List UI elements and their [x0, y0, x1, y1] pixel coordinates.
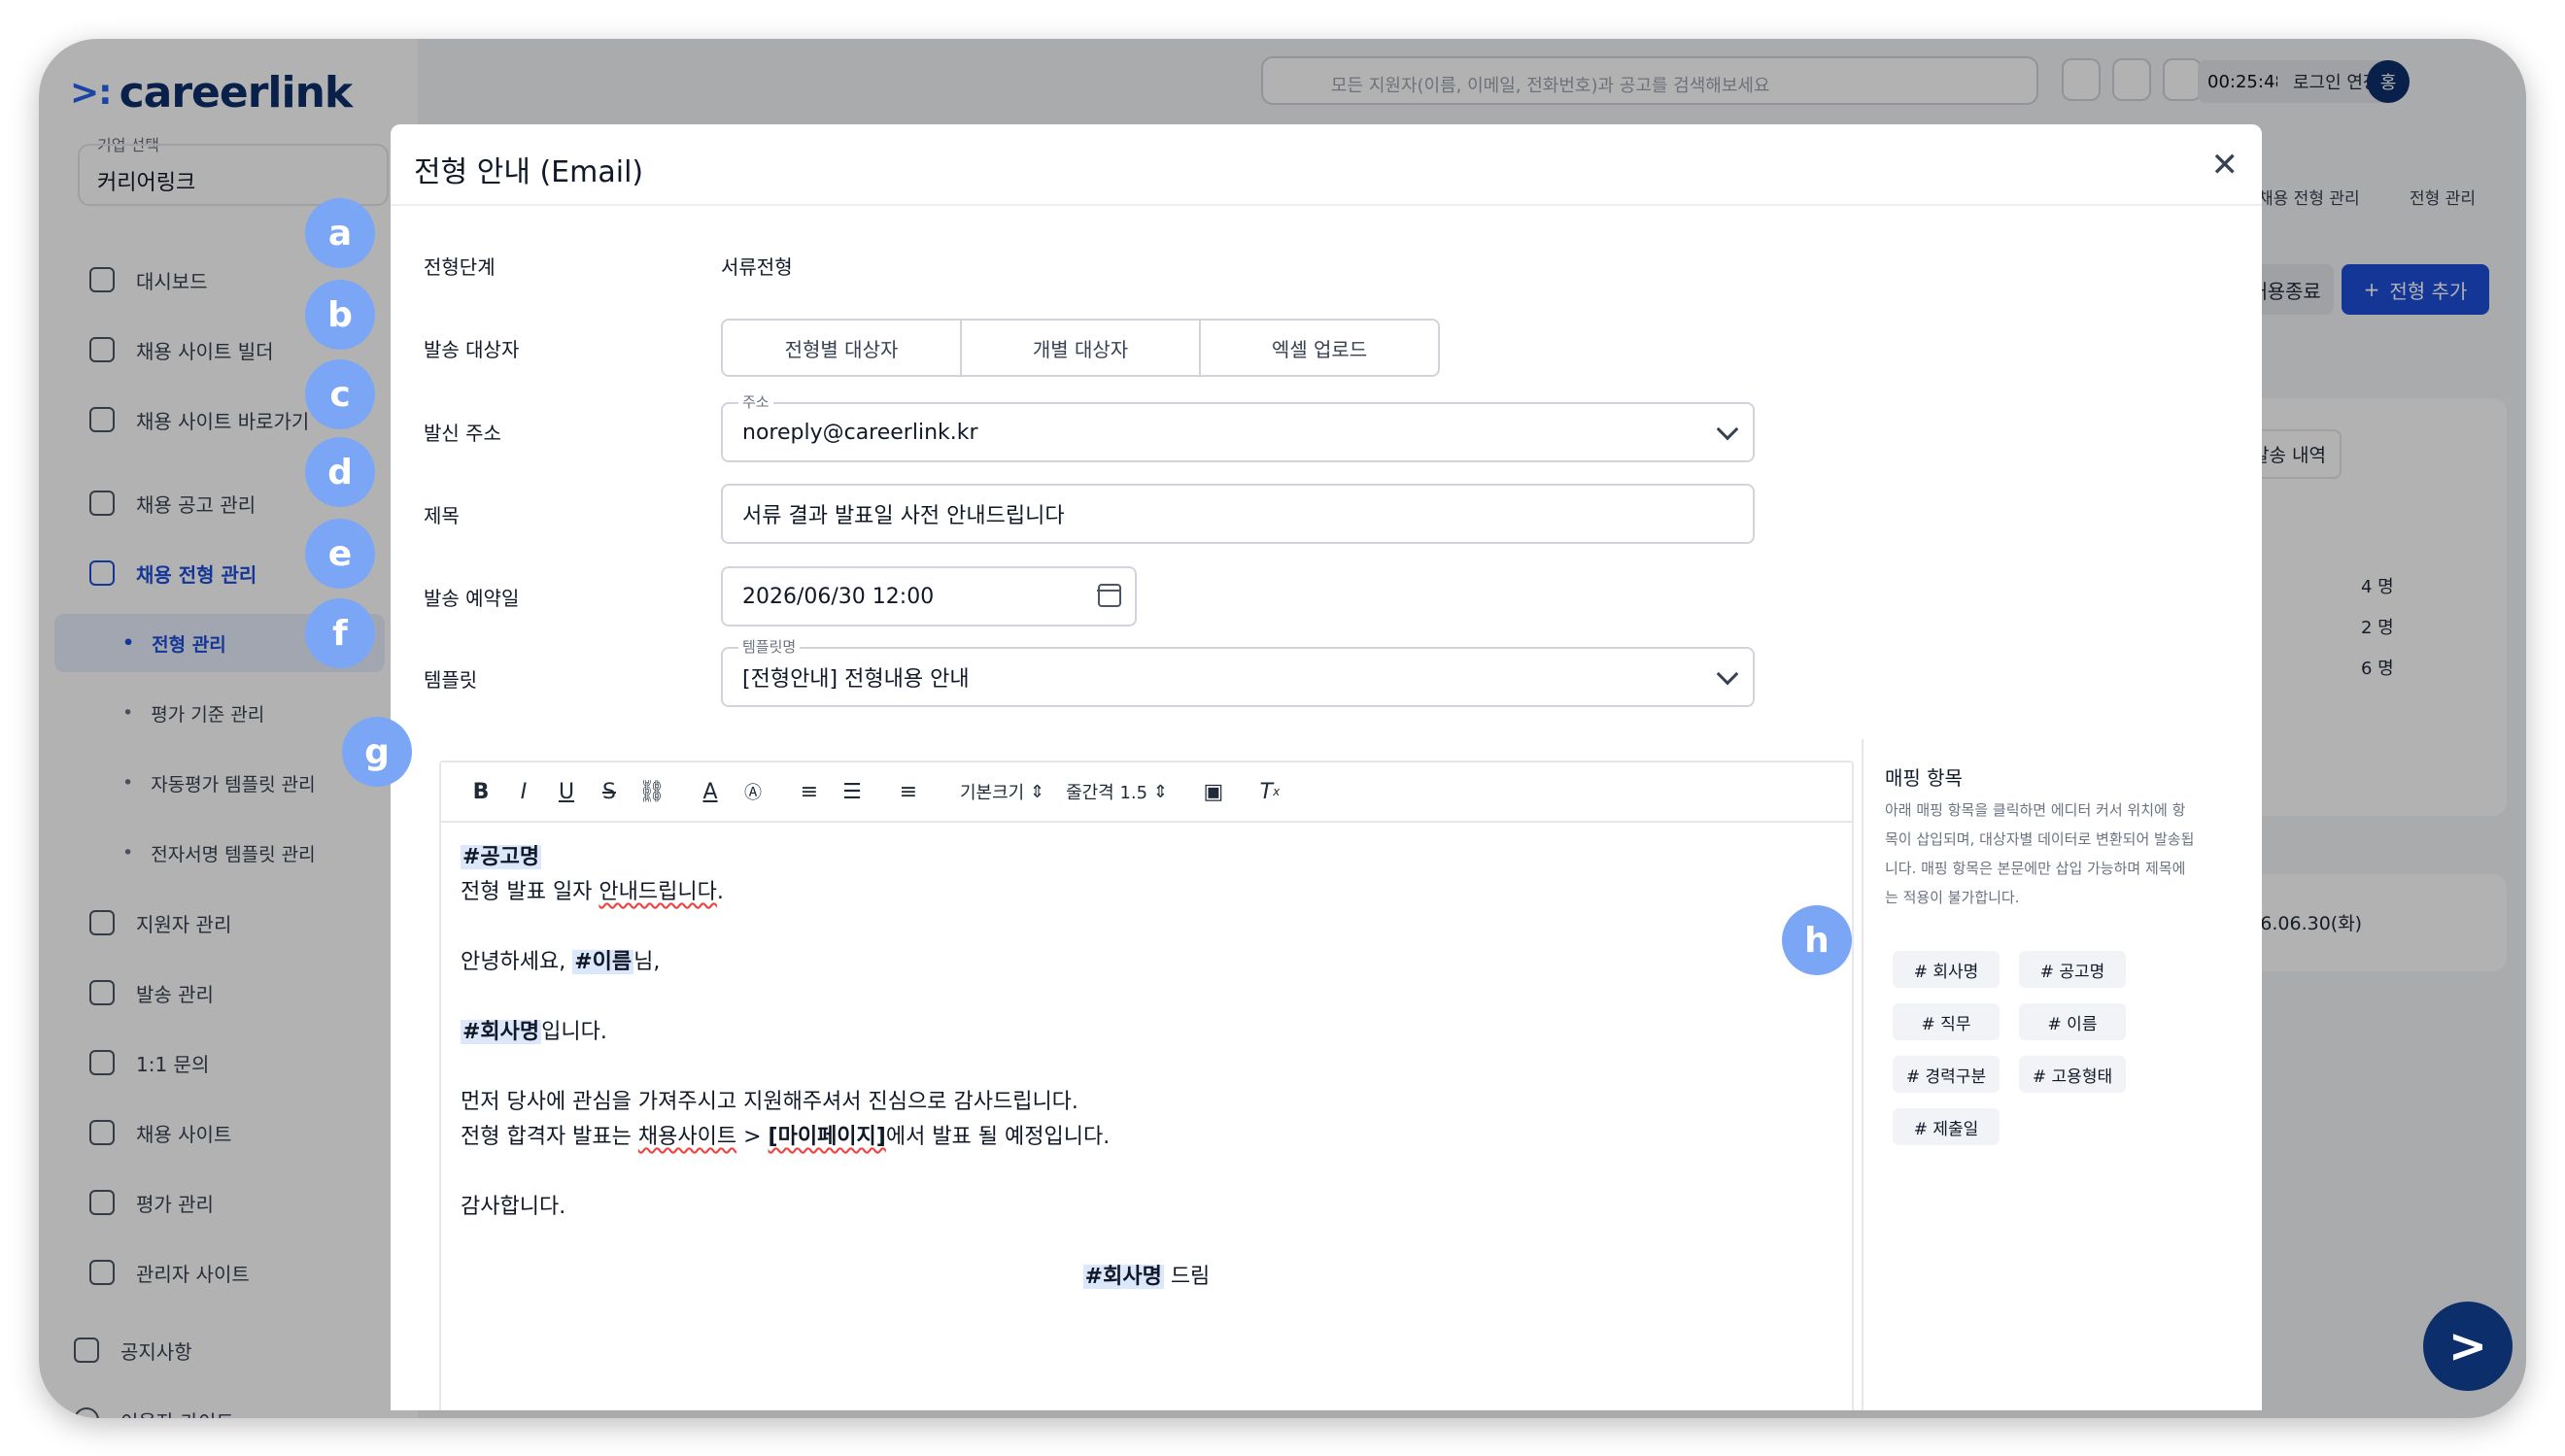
annotation-badge: d: [305, 437, 375, 507]
editor-body[interactable]: #공고명 전형 발표 일자 안내드립니다. 안녕하세요, #이름님, #회사명입…: [441, 823, 1852, 1312]
bold-icon[interactable]: B: [461, 772, 501, 811]
annotation-badge: c: [305, 359, 375, 429]
template-value: [전형안내] 전형내용 안내: [742, 667, 970, 692]
align-icon[interactable]: ≡: [888, 772, 929, 811]
body-text: >: [736, 1125, 769, 1149]
sender-field-label: 주소: [738, 391, 773, 412]
body-text: .: [716, 880, 724, 904]
annotation-badge: h: [1782, 905, 1852, 975]
target-label: 발송 대상자: [424, 338, 520, 361]
body-text: 채용사이트: [637, 1125, 737, 1149]
underline-icon[interactable]: U: [546, 772, 587, 811]
target-segmented: 전형별 대상자 개별 대상자 엑셀 업로드: [721, 319, 1440, 377]
body-text: 님,: [633, 950, 661, 974]
close-icon[interactable]: ✕: [2211, 146, 2240, 185]
mapping-chip-posting[interactable]: # 공고명: [2019, 951, 2126, 988]
body-text: 입니다.: [541, 1020, 607, 1044]
annotation-badge: a: [305, 198, 375, 268]
sender-value: noreply@careerlink.kr: [742, 420, 978, 445]
line-height-label: 줄간격 1.5: [1066, 783, 1148, 803]
template-field-label: 템플릿명: [738, 636, 801, 657]
editor-toolbar: B I U S ⛓ A Ⓐ ≡ ☰ ≡ 기본크기 ⇕ 줄간격 1.5 ⇕ ▣ T…: [441, 762, 1852, 823]
annotation-badge: g: [342, 717, 412, 787]
mapping-chip-name[interactable]: # 이름: [2019, 1003, 2126, 1040]
annotation-badge: f: [305, 598, 375, 668]
target-option-individual[interactable]: 개별 대상자: [962, 321, 1201, 375]
bullet-list-icon[interactable]: ☰: [832, 772, 872, 811]
body-text: 드림: [1163, 1265, 1211, 1289]
mapping-tag: #회사명: [461, 1020, 542, 1044]
mapping-chip-submit-date[interactable]: # 제출일: [1893, 1108, 2000, 1145]
mapping-chips: # 회사명 # 공고명 # 직무 # 이름 # 경력구분 # 고용형태 # 제출…: [1893, 951, 2184, 1145]
text-color-icon[interactable]: A: [690, 772, 731, 811]
subject-label: 제목: [424, 504, 460, 527]
body-text: 에서 발표 될 예정입니다.: [885, 1125, 1111, 1149]
target-option-excel[interactable]: 엑셀 업로드: [1201, 321, 1438, 375]
mapping-chip-job[interactable]: # 직무: [1893, 1003, 2000, 1040]
modal-header: 전형 안내 (Email) ✕: [391, 124, 2262, 206]
body-text: 전형 합격자 발표는: [461, 1125, 638, 1149]
sender-label: 발신 주소: [424, 422, 501, 445]
body-text: 감사합니다.: [461, 1195, 566, 1219]
calendar-icon[interactable]: [1097, 584, 1121, 607]
mapping-chip-employment[interactable]: # 고용형태: [2019, 1056, 2126, 1093]
template-select[interactable]: 템플릿명 [전형안내] 전형내용 안내: [721, 636, 1755, 707]
app-frame: >: careerlink 기업 선택 커리어링크 대시보드 채용 사이트 빌더 …: [39, 39, 2526, 1418]
clear-format-icon[interactable]: Tx: [1249, 772, 1290, 811]
annotation-badge: b: [305, 280, 375, 350]
schedule-input[interactable]: 2026/06/30 12:00: [721, 566, 1137, 626]
stage-value: 서류전형: [721, 255, 793, 279]
mapping-chip-company[interactable]: # 회사명: [1893, 951, 2000, 988]
body-text: 먼저 당사에 관심을 가져주시고 지원해주셔서 진심으로 감사드립니다.: [461, 1090, 1078, 1114]
mapping-title: 매핑 항목: [1885, 766, 1963, 790]
mapping-panel: 매핑 항목 아래 매핑 항목을 클릭하면 에디터 커서 위치에 항목이 삽입되며…: [1862, 739, 2211, 1410]
line-height-select[interactable]: 줄간격 1.5 ⇕: [1056, 772, 1178, 811]
annotation-badge: e: [305, 519, 375, 589]
font-size-select[interactable]: 기본크기 ⇕: [950, 772, 1054, 811]
italic-icon[interactable]: I: [503, 772, 544, 811]
chevron-down-icon: [1716, 662, 1739, 686]
mapping-description: 아래 매핑 항목을 클릭하면 에디터 커서 위치에 항목이 삽입되며, 대상자별…: [1885, 801, 2195, 906]
subject-input[interactable]: 서류 결과 발표일 사전 안내드립니다: [721, 484, 1755, 544]
body-text: [마이페이지]: [768, 1125, 886, 1149]
body-text: 안내드립니다: [598, 880, 717, 904]
schedule-label: 발송 예약일: [424, 587, 520, 610]
body-text: 안녕하세요,: [461, 950, 573, 974]
rich-text-editor: B I U S ⛓ A Ⓐ ≡ ☰ ≡ 기본크기 ⇕ 줄간격 1.5 ⇕ ▣ T…: [439, 761, 1854, 1410]
modal-title: 전형 안내 (Email): [414, 155, 644, 189]
chevron-down-icon: [1716, 418, 1739, 441]
chatbot-button[interactable]: >: [2423, 1302, 2513, 1391]
link-icon[interactable]: ⛓: [632, 772, 672, 811]
font-size-label: 기본크기: [960, 783, 1025, 803]
ordered-list-icon[interactable]: ≡: [789, 772, 830, 811]
mapping-chip-career[interactable]: # 경력구분: [1893, 1056, 2000, 1093]
mapping-tag: #회사명: [1082, 1265, 1164, 1289]
sender-select[interactable]: 주소 noreply@careerlink.kr: [721, 391, 1755, 462]
image-icon[interactable]: ▣: [1193, 772, 1234, 811]
mapping-tag: #이름: [572, 950, 634, 974]
body-text: 전형 발표 일자: [461, 880, 599, 904]
email-modal: 전형 안내 (Email) ✕ 전형단계 서류전형 발송 대상자 전형별 대상자…: [391, 124, 2262, 1410]
strikethrough-icon[interactable]: S: [589, 772, 630, 811]
highlight-icon[interactable]: Ⓐ: [733, 772, 773, 811]
stage-label: 전형단계: [424, 255, 496, 279]
template-label: 템플릿: [424, 668, 478, 692]
target-option-by-stage[interactable]: 전형별 대상자: [723, 321, 962, 375]
mapping-tag: #공고명: [461, 845, 542, 869]
schedule-value: 2026/06/30 12:00: [742, 584, 935, 609]
